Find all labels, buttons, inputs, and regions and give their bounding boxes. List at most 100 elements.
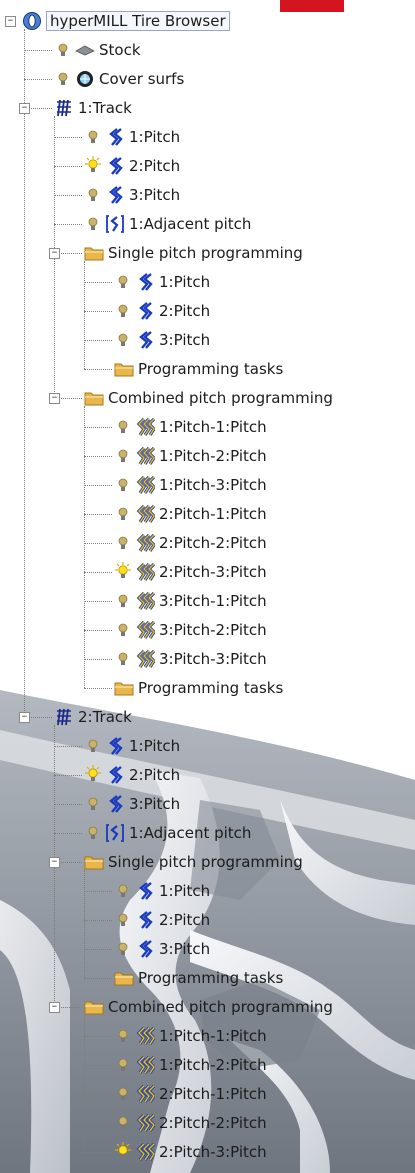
tree-node[interactable]: 2:Pitch-2:Pitch xyxy=(114,529,267,557)
visibility-bulb-off-icon[interactable] xyxy=(114,939,132,959)
visibility-bulb-off-icon[interactable] xyxy=(114,591,132,611)
tree-node[interactable]: 1:Track xyxy=(54,94,132,122)
visibility-bulb-off-icon[interactable] xyxy=(114,533,132,553)
tree-node-label: Stock xyxy=(99,41,141,59)
tree-node[interactable]: 3:Pitch xyxy=(114,326,210,354)
tree-node[interactable]: 1:Pitch xyxy=(114,877,210,905)
tree-node-label: 2:Pitch xyxy=(159,911,211,929)
tree-node-label: 1:Pitch xyxy=(129,737,181,755)
tree-node[interactable]: 1:Pitch xyxy=(114,268,210,296)
visibility-bulb-on-icon[interactable] xyxy=(84,156,102,176)
tree-connector-horizontal xyxy=(24,50,52,51)
visibility-bulb-off-icon[interactable] xyxy=(114,649,132,669)
tree-node[interactable]: Combined pitch programming xyxy=(84,384,333,412)
tree-node[interactable]: 1:Pitch xyxy=(84,123,180,151)
track-icon xyxy=(54,98,74,118)
tree-node-label: 1:Pitch-1:Pitch xyxy=(159,1027,267,1045)
visibility-bulb-off-icon[interactable] xyxy=(114,620,132,640)
tree-node[interactable]: 2:Pitch xyxy=(84,761,180,789)
visibility-bulb-off-icon[interactable] xyxy=(84,823,102,843)
tree-node[interactable]: 3:Pitch xyxy=(84,790,180,818)
adjacent-pitch-icon xyxy=(105,823,125,843)
tree-node[interactable]: Single pitch programming xyxy=(84,848,303,876)
visibility-bulb-on-icon[interactable] xyxy=(84,765,102,785)
visibility-bulb-off-icon[interactable] xyxy=(114,1055,132,1075)
tree-node[interactable]: 2:Pitch-1:Pitch xyxy=(114,1080,267,1108)
tree-node[interactable]: 2:Pitch xyxy=(114,906,210,934)
combined-pitch-icon xyxy=(135,1026,155,1046)
tree-node[interactable]: 1:Pitch-1:Pitch xyxy=(114,413,267,441)
collapse-toggle-icon[interactable]: − xyxy=(49,248,60,259)
tree-node[interactable]: 2:Pitch xyxy=(84,152,180,180)
visibility-bulb-off-icon[interactable] xyxy=(114,1084,132,1104)
tree-node[interactable]: 2:Pitch-2:Pitch xyxy=(114,1109,267,1137)
visibility-bulb-off-icon[interactable] xyxy=(114,301,132,321)
visibility-bulb-off-icon[interactable] xyxy=(54,69,72,89)
visibility-bulb-off-icon[interactable] xyxy=(114,504,132,524)
visibility-bulb-off-icon[interactable] xyxy=(114,272,132,292)
tree-node[interactable]: Single pitch programming xyxy=(84,239,303,267)
tree-node[interactable]: 2:Track xyxy=(54,703,132,731)
folder-icon xyxy=(84,997,104,1017)
tree-node[interactable]: 1:Pitch-3:Pitch xyxy=(114,471,267,499)
collapse-toggle-icon[interactable]: − xyxy=(5,16,16,27)
pitch-icon xyxy=(135,910,155,930)
visibility-bulb-off-icon[interactable] xyxy=(114,910,132,930)
folder-icon xyxy=(114,968,134,988)
pitch-icon xyxy=(135,939,155,959)
tree-node-label: 1:Adjacent pitch xyxy=(129,215,252,233)
tree-node[interactable]: 2:Pitch xyxy=(114,297,210,325)
tree-node-label: 3:Pitch-1:Pitch xyxy=(159,592,267,610)
tree-connector-horizontal xyxy=(84,1152,112,1153)
visibility-bulb-off-icon[interactable] xyxy=(114,417,132,437)
visibility-bulb-off-icon[interactable] xyxy=(114,1113,132,1133)
tree-node[interactable]: 3:Pitch xyxy=(114,935,210,963)
tree-node[interactable]: 1:Adjacent pitch xyxy=(84,210,251,238)
visibility-bulb-off-icon[interactable] xyxy=(84,736,102,756)
tree-connector-horizontal xyxy=(84,340,112,341)
tree-node[interactable]: Stock xyxy=(54,36,141,64)
tree-node-label: 2:Pitch-2:Pitch xyxy=(159,1114,267,1132)
tree-node[interactable]: Combined pitch programming xyxy=(84,993,333,1021)
visibility-bulb-off-icon[interactable] xyxy=(84,185,102,205)
collapse-toggle-icon[interactable]: − xyxy=(19,712,30,723)
tree-node-label: Single pitch programming xyxy=(108,244,303,262)
tree-node[interactable]: 2:Pitch-1:Pitch xyxy=(114,500,267,528)
visibility-bulb-on-icon[interactable] xyxy=(114,562,132,582)
tree-node-label: 2:Pitch-3:Pitch xyxy=(159,1143,267,1161)
tree-node[interactable]: 1:Pitch-2:Pitch xyxy=(114,442,267,470)
collapse-toggle-icon[interactable]: − xyxy=(49,393,60,404)
visibility-bulb-off-icon[interactable] xyxy=(114,1026,132,1046)
tree-node[interactable]: 2:Pitch-3:Pitch xyxy=(114,1138,267,1166)
tree-node[interactable]: 3:Pitch-1:Pitch xyxy=(114,587,267,615)
visibility-bulb-off-icon[interactable] xyxy=(84,127,102,147)
collapse-toggle-icon[interactable]: − xyxy=(19,103,30,114)
visibility-bulb-off-icon[interactable] xyxy=(114,881,132,901)
tree-node-label: Programming tasks xyxy=(138,360,284,378)
tree-node[interactable]: 3:Pitch xyxy=(84,181,180,209)
visibility-bulb-off-icon[interactable] xyxy=(54,40,72,60)
collapse-toggle-icon[interactable]: − xyxy=(49,1002,60,1013)
tree-node-label: 3:Pitch-3:Pitch xyxy=(159,650,267,668)
tree-node[interactable]: 1:Pitch-1:Pitch xyxy=(114,1022,267,1050)
visibility-bulb-off-icon[interactable] xyxy=(84,214,102,234)
tree-node-label: 3:Pitch xyxy=(159,331,211,349)
visibility-bulb-on-icon[interactable] xyxy=(114,1142,132,1162)
tree-node[interactable]: 1:Pitch xyxy=(84,732,180,760)
tree-root[interactable]: hyperMILL Tire Browser xyxy=(22,7,230,35)
tree-node[interactable]: 2:Pitch-3:Pitch xyxy=(114,558,267,586)
tree-node[interactable]: Programming tasks xyxy=(114,964,283,992)
visibility-bulb-off-icon[interactable] xyxy=(84,794,102,814)
tree-node[interactable]: 1:Pitch-2:Pitch xyxy=(114,1051,267,1079)
visibility-bulb-off-icon[interactable] xyxy=(114,330,132,350)
collapse-toggle-icon[interactable]: − xyxy=(49,857,60,868)
tree-node[interactable]: 3:Pitch-2:Pitch xyxy=(114,616,267,644)
red-tab-marker xyxy=(280,0,344,12)
tree-node[interactable]: Programming tasks xyxy=(114,674,283,702)
tree-node[interactable]: 3:Pitch-3:Pitch xyxy=(114,645,267,673)
visibility-bulb-off-icon[interactable] xyxy=(114,446,132,466)
tree-node[interactable]: Cover surfs xyxy=(54,65,184,93)
visibility-bulb-off-icon[interactable] xyxy=(114,475,132,495)
tree-node[interactable]: Programming tasks xyxy=(114,355,283,383)
tree-node[interactable]: 1:Adjacent pitch xyxy=(84,819,251,847)
